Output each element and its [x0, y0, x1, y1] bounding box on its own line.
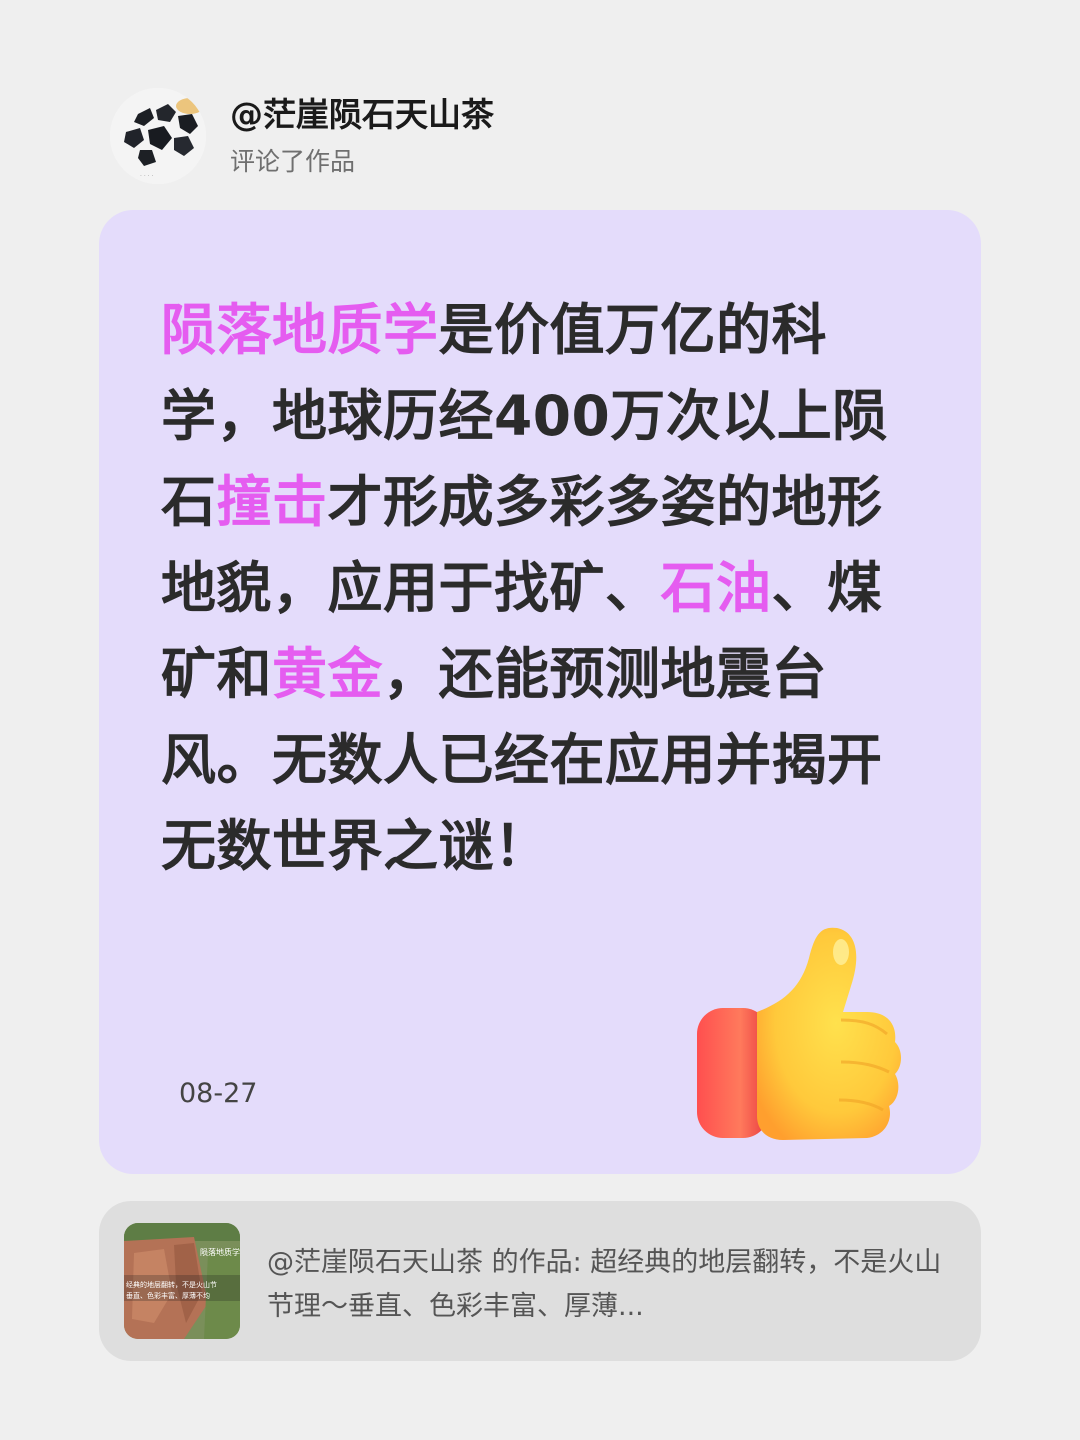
- comment-text: 陨落地质学是价值万亿的科学，地球历经400万次以上陨石撞击才形成多彩多姿的地形地…: [161, 287, 911, 889]
- svg-text:· · · ·: · · · ·: [140, 173, 153, 180]
- comment-header: · · · · @茫崖陨石天山茶 评论了作品: [110, 86, 494, 186]
- thumbnail-caption-line-2: 垂直、色彩丰富、厚薄不均: [126, 1291, 210, 1300]
- username[interactable]: @茫崖陨石天山茶: [230, 93, 494, 137]
- highlighted-keyword: 陨落地质学: [161, 298, 439, 362]
- comment-date: 08-27: [179, 1078, 258, 1109]
- comment-card: 陨落地质学是价值万亿的科学，地球历经400万次以上陨石撞击才形成多彩多姿的地形地…: [99, 210, 981, 1174]
- avatar[interactable]: · · · ·: [110, 88, 206, 184]
- highlighted-keyword: 撞击: [216, 470, 328, 534]
- work-thumbnail: 陨落地质学 经典的地层翻转，不是火山节 垂直、色彩丰富、厚薄不均: [124, 1223, 240, 1339]
- highlighted-keyword: 石油: [660, 556, 772, 620]
- work-description[interactable]: @茫崖陨石天山茶 的作品: 超经典的地层翻转，不是火山节理～垂直、色彩丰富、厚薄…: [267, 1241, 947, 1329]
- thumbnail-title: 陨落地质学: [200, 1247, 240, 1257]
- thumbs-up-icon: [697, 927, 901, 1140]
- meteorite-avatar-icon: · · · ·: [110, 88, 206, 184]
- cliff-photo-thumbnail: 陨落地质学 经典的地层翻转，不是火山节 垂直、色彩丰富、厚薄不均: [124, 1223, 240, 1339]
- highlighted-keyword: 黄金: [272, 642, 384, 706]
- thumbnail-caption-line-1: 经典的地层翻转，不是火山节: [126, 1280, 217, 1289]
- work-link-card[interactable]: 陨落地质学 经典的地层翻转，不是火山节 垂直、色彩丰富、厚薄不均 @茫崖陨石天山…: [99, 1201, 981, 1361]
- user-info: @茫崖陨石天山茶 评论了作品: [230, 93, 494, 179]
- action-text: 评论了作品: [230, 147, 356, 176]
